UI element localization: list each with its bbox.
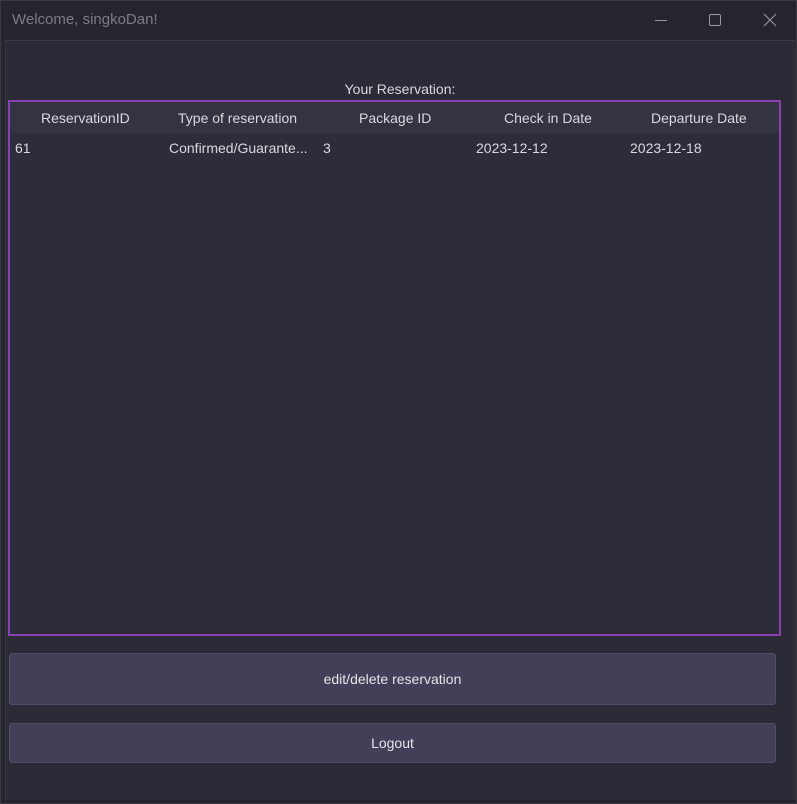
minimize-button[interactable] — [633, 1, 688, 39]
column-header-type[interactable]: Type of reservation — [178, 110, 297, 126]
close-icon — [763, 13, 776, 27]
table-header: ReservationID Type of reservation Packag… — [10, 102, 779, 133]
app-window: Welcome, singkoDan! Your Reservation: Re… — [0, 0, 797, 804]
column-header-departure[interactable]: Departure Date — [651, 110, 747, 126]
logout-button[interactable]: Logout — [9, 723, 776, 763]
column-header-reservation-id[interactable]: ReservationID — [41, 110, 130, 126]
column-header-check-in[interactable]: Check in Date — [504, 110, 592, 126]
title-bar[interactable]: Welcome, singkoDan! — [1, 1, 796, 39]
maximize-button[interactable] — [687, 1, 742, 39]
cell-type: Confirmed/Guarante... — [169, 140, 308, 156]
reservation-heading: Your Reservation: — [344, 81, 456, 97]
table-row[interactable]: 61 Confirmed/Guarante... 3 2023-12-12 20… — [10, 133, 779, 161]
window-title: Welcome, singkoDan! — [12, 11, 158, 28]
minimize-icon — [654, 20, 667, 21]
close-button[interactable] — [742, 1, 797, 39]
column-header-package-id[interactable]: Package ID — [359, 110, 431, 126]
edit-delete-reservation-button[interactable]: edit/delete reservation — [9, 653, 776, 705]
reservation-table[interactable]: ReservationID Type of reservation Packag… — [8, 100, 781, 636]
cell-check-in: 2023-12-12 — [476, 140, 548, 156]
cell-package-id: 3 — [323, 140, 331, 156]
cell-reservation-id: 61 — [15, 140, 31, 156]
main-content: Your Reservation: ReservationID Type of … — [5, 40, 795, 800]
cell-departure: 2023-12-18 — [630, 140, 702, 156]
maximize-icon — [708, 14, 721, 26]
